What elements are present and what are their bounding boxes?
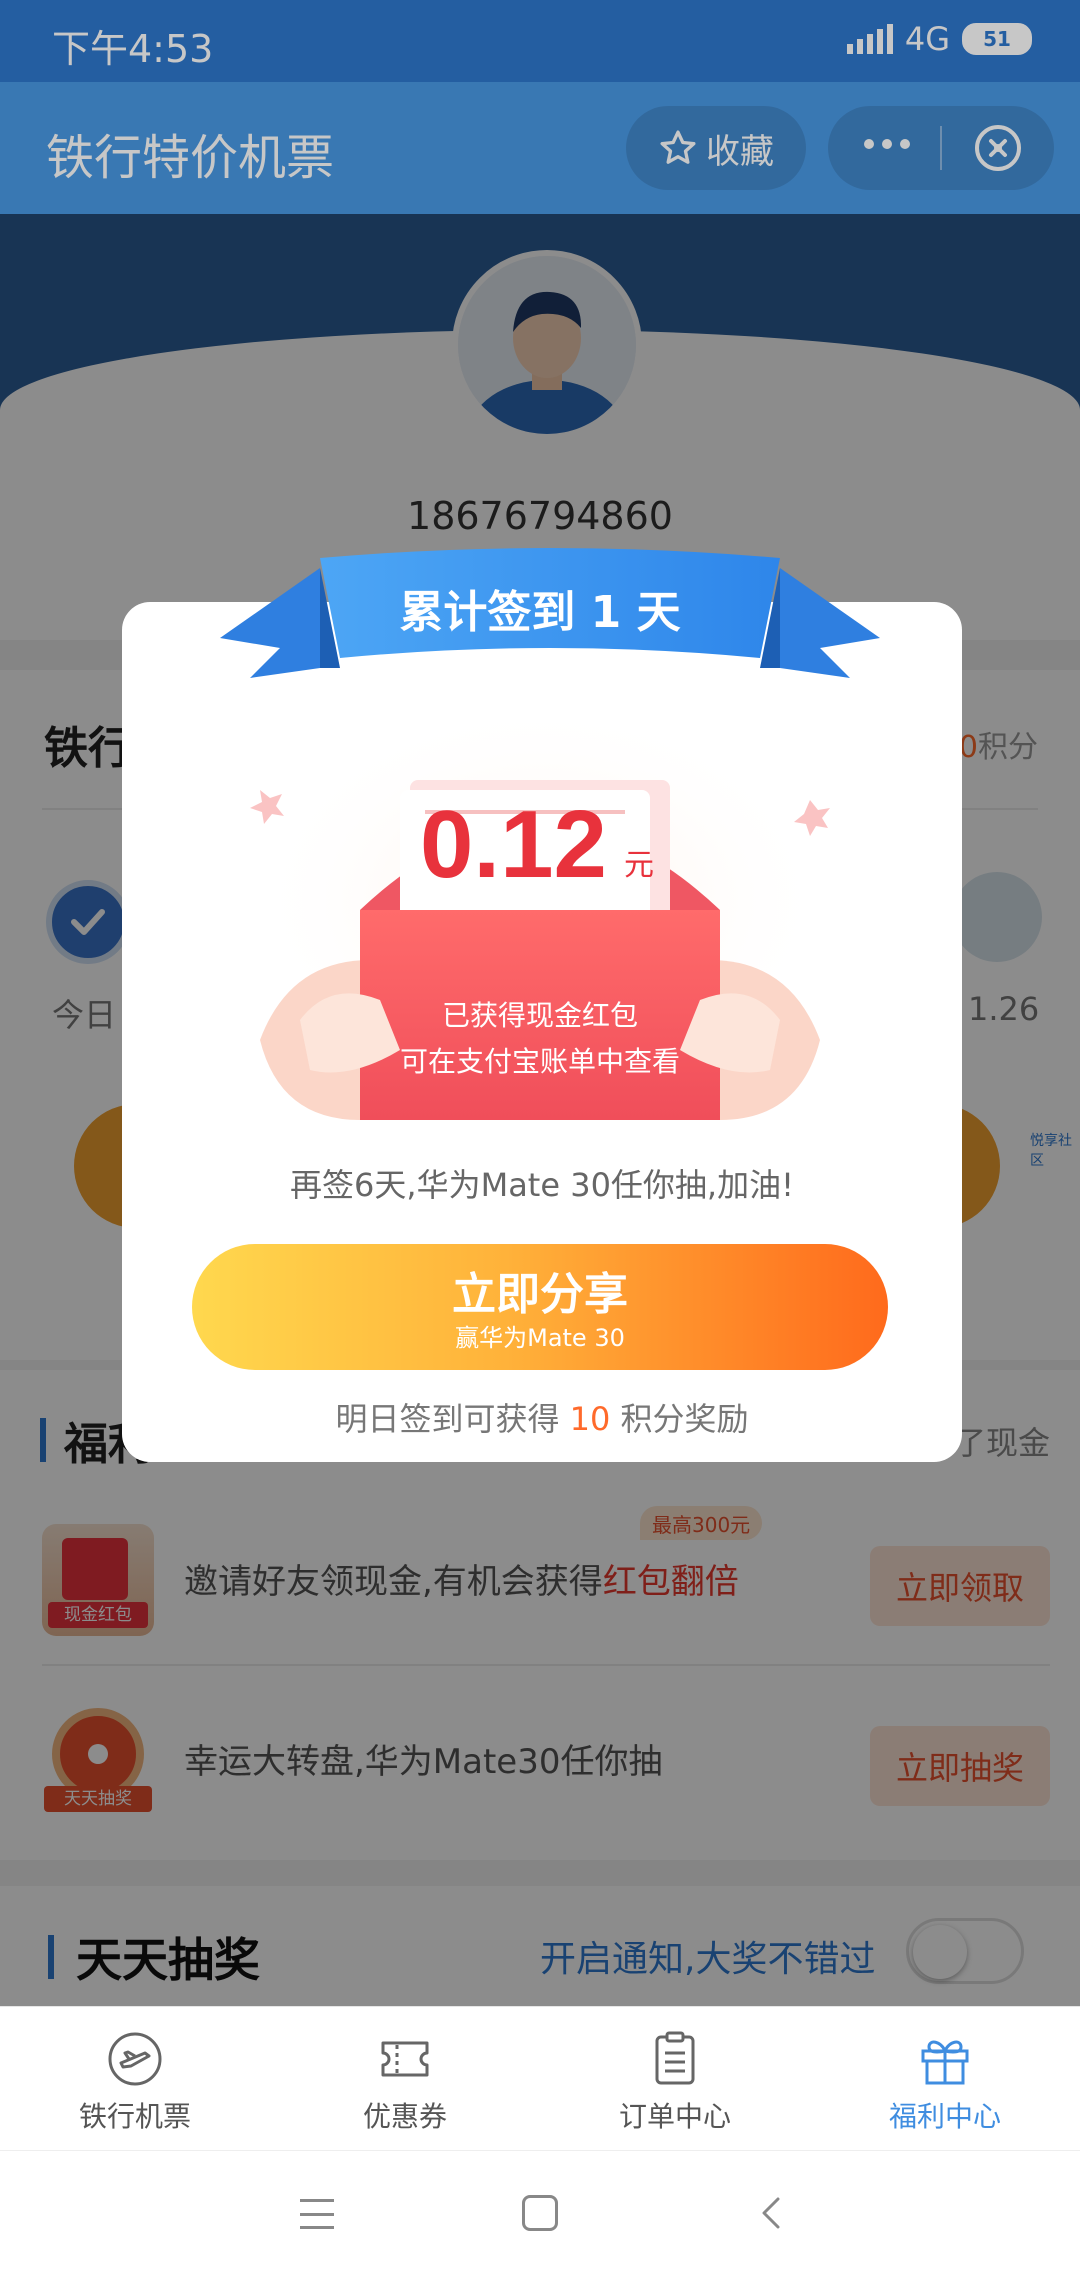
system-nav-bar <box>0 2150 1080 2280</box>
plane-badge-icon <box>108 2032 162 2086</box>
reward-unit: 元 <box>624 848 654 883</box>
home-icon[interactable] <box>522 2195 558 2231</box>
bottom-tab-bar: 铁行机票 优惠券 订单中心 福利中心 <box>0 2006 1080 2150</box>
back-icon[interactable] <box>756 2195 786 2231</box>
share-button-sublabel: 赢华为Mate 30 <box>455 1324 625 1352</box>
tab-coupons[interactable]: 优惠券 <box>270 2007 540 2150</box>
tab-flights[interactable]: 铁行机票 <box>0 2007 270 2150</box>
gift-icon <box>921 2040 969 2085</box>
envelope-line-2: 可在支付宝账单中查看 <box>399 1045 680 1078</box>
tomorrow-reward-text: 明日签到可获得 10 积分奖励 <box>335 1400 749 1438</box>
share-button-label: 立即分享 <box>452 1269 628 1320</box>
reward-amount: 0.12 <box>420 791 607 898</box>
ribbon-title: 累计签到 1 天 <box>399 587 681 638</box>
menu-icon[interactable] <box>300 2199 334 2229</box>
sign-hint: 再签6天,华为Mate 30任你抽,加油! <box>290 1166 794 1204</box>
envelope-line-1: 已获得现金红包 <box>441 999 638 1032</box>
order-list-icon <box>655 2031 695 2085</box>
tab-welfare[interactable]: 福利中心 <box>810 2007 1080 2150</box>
overlay-top <box>0 0 1080 214</box>
tab-orders[interactable]: 订单中心 <box>540 2007 810 2150</box>
ticket-icon <box>381 2041 429 2077</box>
